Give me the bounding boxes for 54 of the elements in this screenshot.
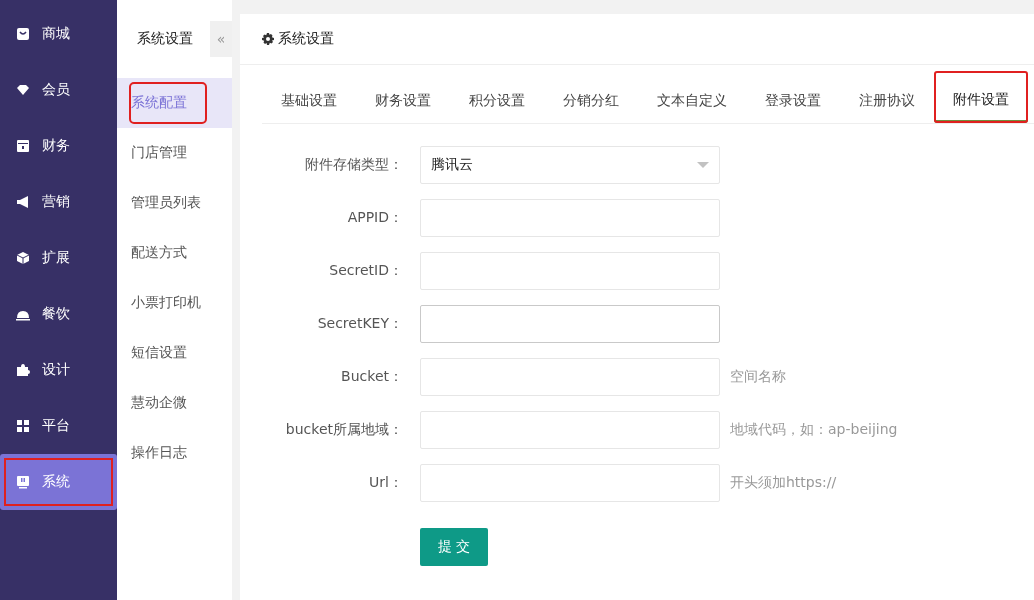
- submenu-item[interactable]: 配送方式: [117, 228, 232, 278]
- field-label: Url：: [368, 473, 404, 492]
- storage-type-select[interactable]: 腾讯云: [420, 145, 720, 184]
- submenu-item[interactable]: 门店管理: [117, 128, 232, 178]
- field-label: SecretID：: [328, 261, 404, 280]
- field-hint: 空间名称: [730, 367, 786, 386]
- puzzle-icon: [16, 363, 30, 377]
- megaphone-icon: [16, 195, 30, 209]
- sidebar-item[interactable]: 扩展: [0, 230, 117, 286]
- box-icon: [16, 139, 30, 153]
- submenu-item[interactable]: 操作日志: [117, 428, 232, 478]
- submenu-item[interactable]: 小票打印机: [117, 278, 232, 328]
- field-hint: 开头须加https://: [730, 473, 837, 492]
- submenu-item[interactable]: 管理员列表: [117, 178, 232, 228]
- sidebar-item[interactable]: 营销: [0, 174, 117, 230]
- field-hint: 地域代码，如：ap-beijing: [730, 420, 898, 439]
- input-field[interactable]: [420, 410, 720, 449]
- tab[interactable]: 财务设置: [356, 79, 450, 123]
- grid-icon: [16, 419, 30, 433]
- gem-icon: [16, 83, 30, 97]
- input-field[interactable]: [420, 357, 720, 396]
- tab[interactable]: 注册协议: [840, 79, 934, 123]
- tab[interactable]: 附件设置: [934, 71, 1028, 123]
- card-title: 系统设置: [278, 30, 334, 48]
- input-field[interactable]: [420, 198, 720, 237]
- field-label: bucket所属地域：: [284, 420, 404, 439]
- field-label: APPID：: [346, 208, 404, 227]
- settings-icon: [262, 33, 274, 45]
- submenu-item[interactable]: 慧动企微: [117, 378, 232, 428]
- sidebar-item[interactable]: 设计: [0, 342, 117, 398]
- bag-icon: [16, 27, 30, 41]
- input-field[interactable]: [420, 251, 720, 290]
- submenu-title: 系统设置: [137, 30, 193, 48]
- field-label: Bucket：: [340, 367, 404, 386]
- sidebar-item[interactable]: 会员: [0, 62, 117, 118]
- field-label: 附件存储类型：: [304, 155, 404, 174]
- caret-icon: [697, 161, 709, 168]
- field-label: SecretKEY：: [316, 314, 404, 333]
- input-field[interactable]: [420, 463, 720, 502]
- submit-button[interactable]: 提 交: [420, 527, 488, 566]
- monitor-icon: [16, 475, 30, 489]
- tab[interactable]: 文本自定义: [638, 79, 746, 123]
- sidebar-item[interactable]: 财务: [0, 118, 117, 174]
- sidebar-item[interactable]: 平台: [0, 398, 117, 454]
- sidebar-item[interactable]: 餐饮: [0, 286, 117, 342]
- tab[interactable]: 积分设置: [450, 79, 544, 123]
- tab[interactable]: 分销分红: [544, 79, 638, 123]
- tab[interactable]: 基础设置: [262, 79, 356, 123]
- submenu-item[interactable]: 短信设置: [117, 328, 232, 378]
- tab[interactable]: 登录设置: [746, 79, 840, 123]
- sidebar-item[interactable]: 系统: [0, 454, 117, 510]
- cube-icon: [16, 251, 30, 265]
- sidebar-item[interactable]: 商城: [0, 6, 117, 62]
- input-field[interactable]: [420, 304, 720, 343]
